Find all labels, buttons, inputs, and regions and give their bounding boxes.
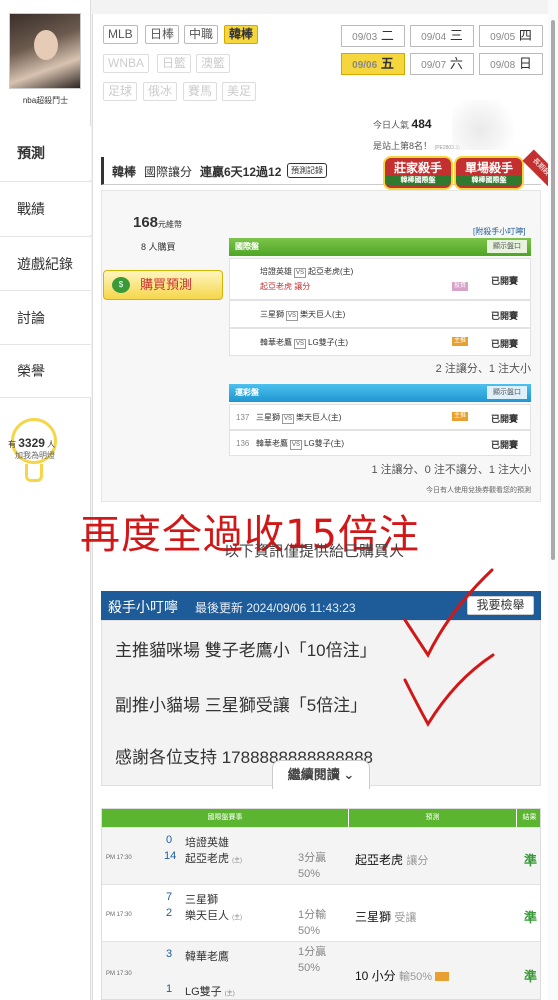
date-tab-0903[interactable]: 09/03 二 [341,25,405,47]
main-pick-icon: 主推 [452,412,469,421]
price: 168元維幣 [133,214,183,231]
status: 已開賽 [490,339,518,349]
league-tab-bleague[interactable]: 日籃 [157,54,192,73]
intl-row: 培證英雄 VS 起亞老虎(主) 起亞老虎 讓分 投資 已開賽 [229,258,531,300]
voucher-note: 今日有人使用兌換券觀看您的預測 [426,487,531,494]
avatar[interactable] [9,13,81,89]
follow-label: 加我為明燈 [15,451,55,460]
continue-reading-button[interactable]: 繼續閱讀 ⌄ [272,760,370,789]
tip-line: 主推貓咪場 雙子老鷹小「10倍注」 [115,641,377,660]
intl-header: 國際盤 顯示盤口 [229,238,531,256]
date-tab-0908[interactable]: 09/08 日 [479,53,543,75]
league-tab-npb[interactable]: 日棒 [145,25,180,44]
report-button[interactable]: 我要檢舉 [467,596,534,615]
date-tab-0906[interactable]: 09/06 五 [341,53,405,75]
league-tab-wnba[interactable]: WNBA [103,54,149,73]
lottery-header: 運彩盤 顯示盤口 [229,384,531,402]
lottery-row: 137 三星獅 VS 樂天巨人(主) 主推 已開賽 [229,404,531,430]
date-tab-0904[interactable]: 09/04 三 [410,25,474,47]
lottery-summary: 1 注讓分、0 注不讓分、1 注大小 [371,464,531,476]
intl-row: 三星獅 VS 樂天巨人(主) 已開賽 [229,300,531,328]
league-tab-soccer[interactable]: 足球 [103,82,138,101]
scrollbar[interactable] [548,0,558,1000]
status: 已開賽 [490,311,518,321]
sidebar-item-discussion[interactable]: 討論 [0,290,91,344]
results-table: 國際盤賽事 預測 結果 PM 17:30 0 培證英雄 14 起亞老虎 (主) … [101,808,541,1000]
main-pick-icon [435,972,450,982]
rank-text: 是站上第8名！ (PE2803.3) [373,141,460,151]
single-killer-badge: 單場殺手 韓棒國際盤 [456,158,522,188]
show-odds-button[interactable]: 顯示盤口 [487,240,527,253]
buy-prediction-button[interactable]: $ 購買預測 [103,270,223,300]
attach-tips-link[interactable]: [附殺手小叮嚀] [473,226,525,237]
username: nba超殺鬥士 [22,96,69,105]
status: 已開賽 [490,440,518,450]
main-pick-icon: 主推 [452,337,469,346]
table-row: PM 17:30 0 培證英雄 14 起亞老虎 (主) 3分贏 50% 起亞老虎 … [102,827,540,884]
record-button[interactable]: 預測記錄 [287,163,327,178]
intl-row: 韓華老鷹 VS LG雙子(主) 主推 已開賽 [229,328,531,356]
date-tab-0905[interactable]: 09/05 四 [479,25,543,47]
result-win: 準 [524,853,538,868]
sidebar-item-game-log[interactable]: 遊戲紀錄 [0,236,91,290]
status: 已開賽 [490,414,518,424]
chevron-down-icon: ⌄ [343,767,355,782]
coin-icon: $ [112,277,130,293]
killer-tips-header: 殺手小叮嚀 最後更新 2024/09/06 11:43:23 我要檢舉 [101,591,541,620]
result-win: 準 [524,969,538,984]
col-header: 國際盤賽事 [102,809,349,827]
league-tab-kbo[interactable]: 韓棒 [224,25,259,44]
date-tab-0907[interactable]: 09/07 六 [410,53,474,75]
league-tab-nfl[interactable]: 美足 [222,82,257,101]
league-tab-cpbl[interactable]: 中職 [184,25,219,44]
buyer-count: 8 人購買 [141,242,176,252]
sidebar-item-record[interactable]: 戰績 [0,181,91,235]
col-header: 結果 [517,809,540,827]
lottery-row: 136 韓華老鷹 VS LG雙子(主) 已開賽 [229,430,531,456]
popularity: 今日人氣 484 [373,117,432,131]
sidebar-item-predict[interactable]: 預測 [0,126,91,180]
league-tab-khl[interactable]: 俄冰 [143,82,178,101]
invest-icon: 投資 [452,282,469,291]
tip-line: 副推小貓場 三星獅受讓「5倍注」 [115,696,368,715]
result-win: 準 [524,910,538,925]
col-header: 預測 [349,809,517,827]
fans-count: 有 3329 人 [8,436,56,450]
lightbulb-icon[interactable]: 有 3329 人 加我為明燈 [7,418,87,488]
intl-summary: 2 注讓分、1 注大小 [435,363,531,375]
show-odds-button[interactable]: 顯示盤口 [487,386,527,399]
league-tab-mlb[interactable]: MLB [103,25,138,44]
table-row: PM 17:30 3 韓華老鷹 1 LG雙子 (主) 1分贏 50% 10 小分 … [102,941,540,999]
sidebar-item-honor[interactable]: 榮譽 [0,344,91,398]
dealer-killer-badge: 莊家殺手 韓棒國際盤 [385,158,451,188]
status: 已開賽 [490,276,518,286]
table-row: PM 17:30 7 三星獅 2 樂天巨人 (主) 1分輸 50% 三星獅 受讓 … [102,884,540,941]
sidebar: nba超殺鬥士 預測 戰績 遊戲紀錄 討論 榮譽 有 3329 人 加我為明燈 [0,0,91,1000]
league-tab-horse[interactable]: 賽馬 [183,82,218,101]
league-tab-nbl[interactable]: 澳籃 [196,54,231,73]
splash-decoration [452,100,522,150]
paid-only-note: 以下資訊僅提供給已購買人 [224,543,405,560]
